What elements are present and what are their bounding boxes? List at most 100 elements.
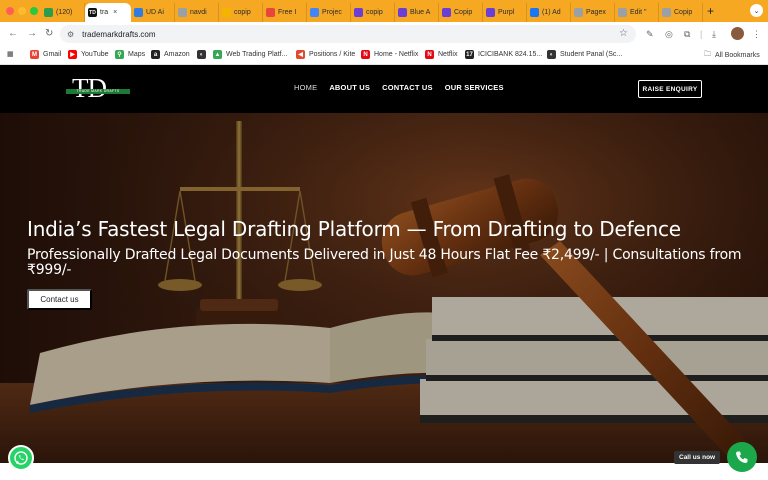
- raise-enquiry-button[interactable]: RAISE ENQUIRY: [638, 80, 702, 98]
- extensions-puzzle-icon[interactable]: ⧉: [684, 27, 690, 41]
- tab-favicon-icon: [618, 8, 627, 17]
- tab-favicon-icon: [530, 8, 539, 17]
- reload-icon[interactable]: ↻: [45, 27, 53, 41]
- tab-title: (120): [56, 9, 73, 16]
- whatsapp-chat-button[interactable]: [8, 445, 34, 471]
- kebab-menu-icon[interactable]: ⋮: [752, 27, 761, 41]
- tab-title: Projec: [322, 9, 342, 16]
- bookmark-item[interactable]: N Netflix: [425, 50, 457, 59]
- bookmark-item[interactable]: ◐ Student Panal (Sc...: [547, 50, 622, 59]
- browser-tab[interactable]: Blue A: [395, 3, 439, 22]
- bookmark-item[interactable]: ⚲ Maps: [115, 50, 145, 59]
- call-us-now-label[interactable]: Call us now: [674, 451, 721, 464]
- back-arrow-icon[interactable]: ←: [8, 27, 18, 41]
- apps-grid-icon[interactable]: ▦: [7, 50, 14, 58]
- browser-tab[interactable]: copip: [219, 3, 263, 22]
- bookmark-favicon-icon: N: [361, 50, 370, 59]
- extension-icon[interactable]: ◎: [665, 27, 673, 41]
- whatsapp-icon: [14, 451, 28, 465]
- logo-letters: TD: [72, 73, 107, 103]
- tab-title: tra: [100, 9, 109, 16]
- call-now-button[interactable]: [727, 442, 757, 472]
- tab-search-chevron-icon[interactable]: ⌄: [750, 4, 763, 17]
- browser-tab[interactable]: navdi: [175, 3, 219, 22]
- browser-tab[interactable]: UD Ai: [131, 3, 175, 22]
- tab-title: copip: [234, 9, 251, 16]
- toolbar-divider: |: [700, 29, 703, 39]
- tab-list: (120) TD tra × UD Ai navdi copip Free I Projec co…: [41, 3, 703, 22]
- browser-tab[interactable]: Edit ": [615, 3, 659, 22]
- bookmark-item[interactable]: a Amazon: [151, 50, 190, 59]
- tab-close-icon[interactable]: ×: [113, 9, 117, 16]
- bookmark-favicon-icon: ◀: [296, 50, 305, 59]
- bookmark-item[interactable]: ▶ YouTube: [68, 50, 109, 59]
- url-text[interactable]: trademarkdrafts.com: [82, 30, 155, 39]
- bookmark-label: Student Panal (Sc...: [560, 51, 623, 58]
- bookmark-favicon-icon: ◐: [547, 50, 556, 59]
- bookmark-label: YouTube: [81, 51, 109, 58]
- browser-tab[interactable]: Pagex: [571, 3, 615, 22]
- bookmark-label: Positions / Kite: [309, 51, 356, 58]
- tab-title: Blue A: [410, 9, 431, 16]
- address-bar[interactable]: ⚙ trademarkdrafts.com ☆: [60, 25, 636, 43]
- window-zoom-button[interactable]: [30, 7, 38, 15]
- bookmark-label: Web Trading Platf...: [226, 51, 288, 58]
- browser-tab[interactable]: Projec: [307, 3, 351, 22]
- forward-arrow-icon[interactable]: →: [27, 27, 37, 41]
- window-close-button[interactable]: [6, 7, 14, 15]
- browser-tab[interactable]: TD tra ×: [85, 3, 131, 22]
- bookmark-item[interactable]: ◐: [197, 50, 210, 59]
- logo-band: TRADE MARK DRAFTS: [66, 89, 130, 94]
- bookmark-favicon-icon: ◐: [197, 50, 206, 59]
- folder-icon: 🗀: [704, 51, 711, 58]
- download-icon[interactable]: ⤓: [712, 27, 716, 41]
- nav-link-home[interactable]: HOME: [294, 83, 317, 92]
- contact-us-button[interactable]: Contact us: [27, 289, 92, 310]
- bookmark-item[interactable]: 17 ICICIBANK 824.15...: [465, 50, 542, 59]
- bookmark-favicon-icon: ▶: [68, 50, 77, 59]
- tab-title: Purpl: [498, 9, 515, 16]
- tab-title: UD Ai: [146, 9, 164, 16]
- window-minimize-button[interactable]: [18, 7, 26, 15]
- tab-favicon-icon: [662, 8, 671, 17]
- bookmark-label: Amazon: [164, 51, 190, 58]
- tab-title: copip: [366, 9, 383, 16]
- all-bookmarks-label: All Bookmarks: [715, 52, 760, 59]
- tab-title: Edit ": [630, 9, 647, 16]
- browser-tab[interactable]: (1) Ad: [527, 3, 571, 22]
- nav-link-our-services[interactable]: OUR SERVICES: [445, 83, 504, 92]
- bookmark-label: Gmail: [43, 51, 62, 58]
- bookmark-star-icon[interactable]: ☆: [619, 28, 628, 39]
- browser-tab-strip: (120) TD tra × UD Ai navdi copip Free I Projec co…: [0, 0, 768, 22]
- browser-tab[interactable]: Free I: [263, 3, 307, 22]
- site-logo[interactable]: TD TRADE MARK DRAFTS: [66, 73, 130, 105]
- new-tab-button[interactable]: +: [707, 3, 714, 19]
- browser-tab[interactable]: Purpl: [483, 3, 527, 22]
- bookmark-item[interactable]: ◀ Positions / Kite: [296, 50, 355, 59]
- bookmark-item[interactable]: ▲ Web Trading Platf...: [213, 50, 287, 59]
- browser-toolbar: ← → ↻ ⚙ trademarkdrafts.com ☆ ✎ ◎ ⧉ | ⤓ …: [0, 22, 768, 46]
- browser-tab[interactable]: (120): [41, 3, 85, 22]
- browser-tab[interactable]: copip: [351, 3, 395, 22]
- tab-favicon-icon: [222, 8, 231, 17]
- bookmark-item[interactable]: N Home - Netflix: [361, 50, 418, 59]
- bookmark-favicon-icon: ⚲: [115, 50, 124, 59]
- hero-subtitle: Professionally Drafted Legal Documents D…: [27, 247, 742, 278]
- extension-pen-icon[interactable]: ✎: [646, 27, 654, 41]
- tab-favicon-icon: [486, 8, 495, 17]
- browser-tab[interactable]: Copip: [659, 3, 703, 22]
- tab-favicon-icon: [266, 8, 275, 17]
- bookmark-label: Netflix: [438, 51, 458, 58]
- site-settings-icon[interactable]: ⚙: [67, 30, 74, 39]
- site-header: TD TRADE MARK DRAFTS HOME ABOUT US CONTACT…: [0, 65, 768, 113]
- tab-favicon-icon: [442, 8, 451, 17]
- profile-avatar[interactable]: [731, 27, 744, 40]
- bookmark-label: Home - Netflix: [374, 51, 419, 58]
- all-bookmarks[interactable]: 🗀 All Bookmarks: [704, 50, 760, 61]
- bookmark-favicon-icon: ▲: [213, 50, 222, 59]
- tab-favicon-icon: TD: [88, 8, 97, 17]
- bookmark-item[interactable]: M Gmail: [30, 50, 61, 59]
- nav-link-contact-us[interactable]: CONTACT US: [382, 83, 433, 92]
- nav-link-about-us[interactable]: ABOUT US: [329, 83, 370, 92]
- browser-tab[interactable]: Copip: [439, 3, 483, 22]
